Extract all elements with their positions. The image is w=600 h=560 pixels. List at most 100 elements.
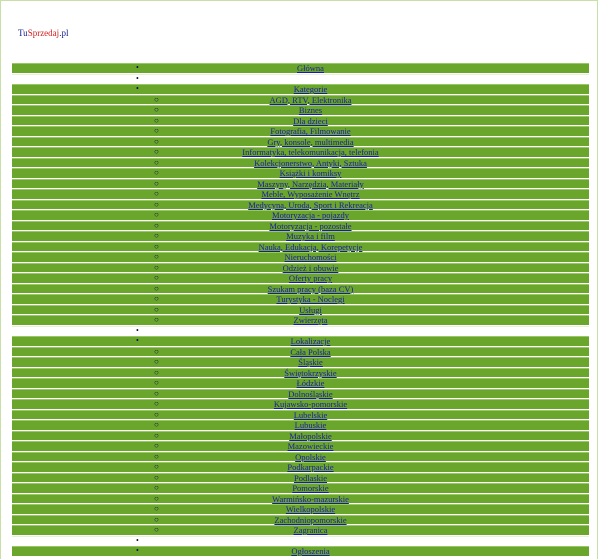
category-link[interactable]: Motoryzacja - pojazdy (32, 210, 589, 220)
category-link-row: ○ Motoryzacja - pozostałe (12, 220, 589, 231)
page: TuSprzedaj.pl • Główna • • Kategorie ○ AGD… (0, 0, 598, 559)
category-link[interactable]: Kolekcjonerstwo, Antyki, Sztuka (32, 158, 589, 168)
logo-part-tu: Tu (18, 28, 28, 38)
location-link-row: ○ Podlaskie (12, 472, 589, 483)
category-link[interactable]: Informatyka, telekomunikacja, telefonia (32, 147, 589, 157)
location-link[interactable]: Świętokrzyskie (32, 368, 589, 378)
category-link[interactable]: Meble, Wyposażenie Wnętrz (32, 189, 589, 199)
location-link[interactable]: Podlaskie (32, 473, 589, 483)
nav-link-glowna[interactable]: Główna (32, 63, 589, 73)
category-link-row: ○ Nauka, Edukacja, Korepetycje (12, 241, 589, 252)
location-link[interactable]: Opolskie (32, 452, 589, 462)
category-link[interactable]: Usługi (32, 305, 589, 315)
category-link-row: ○ Turystyka - Noclegi (12, 294, 589, 304)
location-link-row: ○ Zachodniopomorskie (12, 514, 589, 525)
category-link-row: ○ Motoryzacja - pojazdy (12, 210, 589, 220)
location-link[interactable]: Warmińsko-mazurskie (32, 494, 589, 504)
location-link[interactable]: Lubelskie (32, 410, 589, 420)
location-link[interactable]: Cała Polska (32, 347, 589, 357)
nav-link-kategorie[interactable]: Kategorie (32, 84, 589, 94)
category-link[interactable]: Zwierzęta (32, 315, 589, 325)
category-link-row: ○ Medycyna, Uroda, Sport i Rekreacja (12, 199, 589, 210)
location-link-row: ○ Śląskie (12, 357, 589, 367)
logo-part-pl: .pl (59, 28, 69, 38)
location-link-row: ○ Świętokrzyskie (12, 367, 589, 378)
location-link-row: ○ Mazowieckie (12, 441, 589, 451)
category-link[interactable]: AGD, RTV, Elektronika (32, 95, 589, 105)
category-link[interactable]: Biznes (32, 105, 589, 115)
category-link-row: ○ Szukam pracy (baza CV) (12, 283, 589, 294)
category-link[interactable]: Motoryzacja - pozostałe (32, 221, 589, 231)
location-link[interactable]: Kujawsko-pomorskie (32, 399, 589, 409)
category-link[interactable]: Książki i komiksy (32, 168, 589, 178)
category-link[interactable]: Gry, konsole, multimedia (32, 137, 589, 147)
location-link[interactable]: Mazowieckie (32, 441, 589, 451)
location-link-row: ○ Lubuskie (12, 420, 589, 430)
nav-link-ogloszenia[interactable]: Ogłoszenia (32, 546, 589, 556)
bullet-icon: • (136, 535, 139, 545)
category-link[interactable]: Muzyka i film (32, 231, 589, 241)
location-link[interactable]: Łódzkie (32, 378, 589, 388)
category-link-row: ○ Odzież i obuwie (12, 262, 589, 273)
category-link-row: ○ Meble, Wyposażenie Wnętrz (12, 189, 589, 199)
nav-spacer-3: • (12, 535, 589, 545)
category-link-row: ○ AGD, RTV, Elektronika (12, 94, 589, 105)
location-link-row: ○ Pomorskie (12, 483, 589, 493)
location-link[interactable]: Podkarpackie (32, 462, 589, 472)
category-link-row: ○ Kolekcjonerstwo, Antyki, Sztuka (12, 157, 589, 168)
location-link[interactable]: Śląskie (32, 357, 589, 367)
location-link-row: ○ Cała Polska (12, 346, 589, 357)
category-link-row: ○ Usługi (12, 304, 589, 315)
location-link[interactable]: Pomorskie (32, 483, 589, 493)
location-link-row: ○ Opolskie (12, 451, 589, 462)
category-link-row: ○ Biznes (12, 105, 589, 115)
category-link[interactable]: Szukam pracy (baza CV) (32, 284, 589, 294)
category-link-row: ○ Książki i komiksy (12, 168, 589, 178)
category-link[interactable]: Oferty pracy (32, 273, 589, 283)
nav-link-lokalizacje[interactable]: Lokalizacje (32, 336, 589, 346)
category-link-row: ○ Muzyka i film (12, 231, 589, 241)
category-link-row: ○ Zwierzęta (12, 315, 589, 325)
site-logo[interactable]: TuSprzedaj.pl (18, 27, 68, 39)
nav-link-kategorie-row: • Kategorie (12, 84, 589, 94)
location-link[interactable]: Wielkopolskie (32, 504, 589, 514)
nav-spacer-1: • (12, 73, 589, 83)
category-link[interactable]: Maszyny, Narzędzia, Materiały (32, 179, 589, 189)
location-link-row: ○ Wielkopolskie (12, 504, 589, 514)
nav-link-lokalizacje-row: • Lokalizacje (12, 336, 589, 346)
location-link[interactable]: Zachodniopomorskie (32, 515, 589, 525)
location-link-row: ○ Kujawsko-pomorskie (12, 399, 589, 409)
bullet-icon: • (136, 73, 139, 83)
nav-link-glowna-row: • Główna (12, 63, 589, 73)
category-link-row: ○ Gry, konsole, multimedia (12, 136, 589, 147)
location-link-row: ○ Małopolskie (12, 430, 589, 441)
location-link-row: ○ Zagranica (12, 525, 589, 535)
category-link[interactable]: Nauka, Edukacja, Korepetycje (32, 242, 589, 252)
nav-spacer-2: • (12, 325, 589, 335)
location-link-row: ○ Łódzkie (12, 378, 589, 388)
nav-link-ogloszenia-row: • Ogłoszenia (12, 546, 589, 556)
location-link[interactable]: Dolnośląskie (32, 389, 589, 399)
category-link[interactable]: Medycyna, Uroda, Sport i Rekreacja (32, 200, 589, 210)
category-link-row: ○ Fotografia, Filmowanie (12, 126, 589, 136)
location-link[interactable]: Małopolskie (32, 431, 589, 441)
category-link-row: ○ Informatyka, telekomunikacja, telefonia (12, 147, 589, 157)
location-link-row: ○ Warmińsko-mazurskie (12, 493, 589, 504)
category-link-row: ○ Maszyny, Narzędzia, Materiały (12, 178, 589, 189)
category-link[interactable]: Fotografia, Filmowanie (32, 126, 589, 136)
main-navigation: • Główna • • Kategorie ○ AGD, RTV, Elektro… (12, 63, 589, 557)
category-link-row: ○ Nieruchomości (12, 252, 589, 262)
header: TuSprzedaj.pl (1, 1, 597, 63)
category-link[interactable]: Nieruchomości (32, 252, 589, 262)
category-link[interactable]: Odzież i obuwie (32, 263, 589, 273)
category-link[interactable]: Turystyka - Noclegi (32, 294, 589, 304)
category-link-row: ○ Dla dzieci (12, 115, 589, 126)
location-link[interactable]: Zagranica (32, 525, 589, 535)
location-link-row: ○ Dolnośląskie (12, 388, 589, 399)
category-link[interactable]: Dla dzieci (32, 116, 589, 126)
category-link-row: ○ Oferty pracy (12, 273, 589, 283)
location-link[interactable]: Lubuskie (32, 420, 589, 430)
location-link-row: ○ Podkarpackie (12, 462, 589, 472)
location-link-row: ○ Lubelskie (12, 409, 589, 420)
logo-part-sprzedaj: Sprzedaj (27, 28, 60, 38)
